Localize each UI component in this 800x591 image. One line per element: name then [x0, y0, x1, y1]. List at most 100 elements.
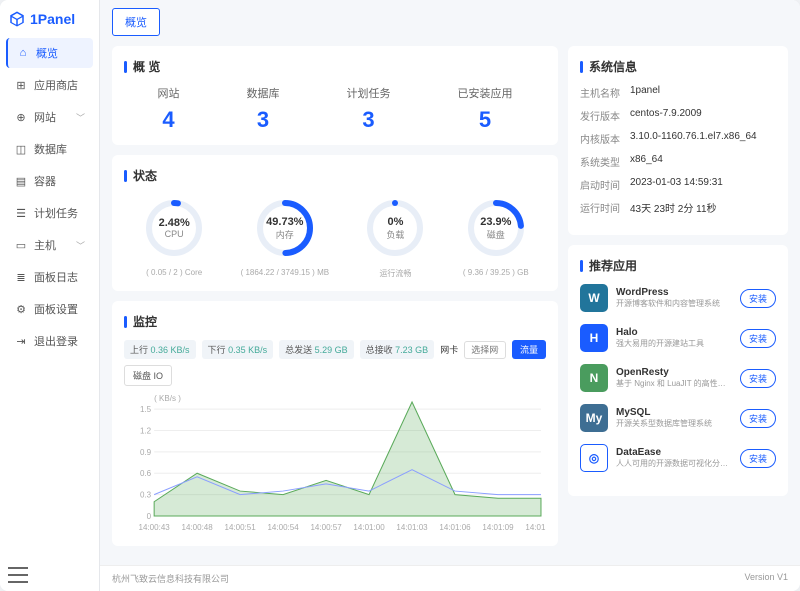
stat-item[interactable]: 数据库 3: [247, 85, 280, 133]
svg-text:0.6: 0.6: [140, 469, 152, 478]
info-key: 内核版本: [580, 131, 630, 146]
database-icon: ◫: [14, 142, 28, 156]
sidebar-footer: [0, 559, 99, 591]
nic-label: 网卡: [440, 343, 458, 356]
nav-overview[interactable]: ⌂概览: [6, 38, 93, 68]
content: 概 览 网站 4 数据库 3 计划任务 3 已安装应用 5 状态: [100, 36, 800, 565]
gauge-label: CPU: [165, 229, 184, 239]
logo[interactable]: 1Panel: [0, 0, 99, 38]
gauge-label: 负载: [386, 228, 404, 241]
app-name: Halo: [616, 327, 732, 338]
footer: 杭州飞致云信息科技有限公司 Version V1: [100, 565, 800, 591]
app-name: MySQL: [616, 407, 732, 418]
app-icon: H: [580, 324, 608, 352]
stat-item[interactable]: 计划任务 3: [347, 85, 391, 133]
sysinfo-title: 系统信息: [580, 58, 776, 75]
svg-text:1.2: 1.2: [140, 427, 152, 436]
nav-settings[interactable]: ⚙面板设置: [6, 294, 93, 324]
container-icon: ▤: [14, 174, 28, 188]
nav-cron[interactable]: ☰计划任务: [6, 198, 93, 228]
sidebar: 1Panel ⌂概览 ⊞应用商店 ⊕网站﹀ ◫数据库 ▤容器 ☰计划任务 ▭主机…: [0, 0, 100, 591]
install-button[interactable]: 安装: [740, 449, 776, 468]
svg-text:( KB/s ): ( KB/s ): [154, 394, 181, 403]
install-button[interactable]: 安装: [740, 289, 776, 308]
gear-icon: ⚙: [14, 302, 28, 316]
gauge-sub: ( 0.05 / 2 ) Core: [140, 268, 208, 277]
host-icon: ▭: [14, 238, 28, 252]
info-value: 2023-01-03 14:59:31: [630, 177, 723, 192]
nav-host[interactable]: ▭主机﹀: [6, 230, 93, 260]
sysinfo-card: 系统信息 主机名称 1panel 发行版本 centos-7.9.2009 内核…: [568, 46, 788, 235]
stat-value: 3: [347, 107, 391, 133]
monitor-chip: 总发送 5.29 GB: [279, 340, 354, 359]
app-row: ◎ DataEase 人人可用的开源数据可视化分析工具 安装: [580, 444, 776, 472]
monitor-chip: 上行 0.36 KB/s: [124, 340, 196, 359]
info-value: x86_64: [630, 154, 663, 169]
gauge-sub: 运行流畅: [361, 268, 429, 279]
install-button[interactable]: 安装: [740, 329, 776, 348]
overview-title: 概 览: [124, 58, 546, 75]
app-desc: 开源关系型数据库管理系统: [616, 418, 732, 429]
svg-text:0: 0: [147, 512, 152, 521]
svg-text:14:01:09: 14:01:09: [482, 523, 514, 532]
app-name: DataEase: [616, 447, 732, 458]
app-icon: W: [580, 284, 608, 312]
nav-container[interactable]: ▤容器: [6, 166, 93, 196]
app-row: H Halo 强大易用的开源建站工具 安装: [580, 324, 776, 352]
svg-text:14:00:57: 14:00:57: [310, 523, 342, 532]
svg-text:0.3: 0.3: [140, 491, 152, 500]
info-key: 主机名称: [580, 85, 630, 100]
info-key: 系统类型: [580, 154, 630, 169]
info-row: 系统类型 x86_64: [580, 154, 776, 169]
nav-logout[interactable]: ⇥退出登录: [6, 326, 93, 356]
nav-logs[interactable]: ≣面板日志: [6, 262, 93, 292]
info-key: 运行时间: [580, 200, 630, 215]
stat-item[interactable]: 网站 4: [158, 85, 180, 133]
menu-toggle-icon[interactable]: [8, 567, 28, 583]
gauge-percent: 49.73%: [266, 216, 303, 228]
nav-website[interactable]: ⊕网站﹀: [6, 102, 93, 132]
status-title: 状态: [124, 167, 546, 184]
gauge-percent: 23.9%: [480, 216, 511, 228]
info-value: 1panel: [630, 85, 660, 100]
monitor-title: 监控: [124, 313, 546, 330]
gauge: 2.48% CPU ( 0.05 / 2 ) Core: [140, 194, 208, 279]
monitor-card: 监控 上行 0.36 KB/s 下行 0.35 KB/s 总发送 5.29 GB…: [112, 301, 558, 546]
monitor-chip: 总接收 7.23 GB: [360, 340, 435, 359]
company: 杭州飞致云信息科技有限公司: [112, 572, 229, 585]
app-name: OpenResty: [616, 367, 732, 378]
tab-overview[interactable]: 概览: [112, 8, 160, 36]
svg-text:14:01:00: 14:01:00: [353, 523, 385, 532]
info-row: 发行版本 centos-7.9.2009: [580, 108, 776, 123]
info-key: 发行版本: [580, 108, 630, 123]
traffic-button[interactable]: 流量: [512, 340, 546, 359]
info-value: 43天 23时 2分 11秒: [630, 200, 717, 215]
main: 概览 概 览 网站 4 数据库 3 计划任务 3 已安装应用 5 状态: [100, 0, 800, 591]
nav-appstore[interactable]: ⊞应用商店: [6, 70, 93, 100]
nav-database[interactable]: ◫数据库: [6, 134, 93, 164]
app-icon: N: [580, 364, 608, 392]
stat-item[interactable]: 已安装应用 5: [458, 85, 513, 133]
app-desc: 基于 Nginx 和 LuaJIT 的高性能 Web 平台: [616, 378, 732, 389]
logout-icon: ⇥: [14, 334, 28, 348]
install-button[interactable]: 安装: [740, 369, 776, 388]
gauge-percent: 2.48%: [159, 217, 190, 229]
app-icon: ◎: [580, 444, 608, 472]
app-icon: My: [580, 404, 608, 432]
nic-select[interactable]: [464, 341, 506, 359]
svg-text:0.9: 0.9: [140, 448, 152, 457]
install-button[interactable]: 安装: [740, 409, 776, 428]
tabs: 概览: [100, 0, 800, 36]
gauge-sub: ( 1864.22 / 3749.15 ) MB: [241, 268, 330, 277]
globe-icon: ⊕: [14, 110, 28, 124]
gauge: 23.9% 磁盘 ( 9.36 / 39.25 ) GB: [462, 194, 530, 279]
diskio-button[interactable]: 磁盘 IO: [124, 365, 172, 386]
nav: ⌂概览 ⊞应用商店 ⊕网站﹀ ◫数据库 ▤容器 ☰计划任务 ▭主机﹀ ≣面板日志…: [0, 38, 99, 559]
app-desc: 强大易用的开源建站工具: [616, 338, 732, 349]
recommend-card: 推荐应用 W WordPress 开源博客软件和内容管理系统 安装 H Halo…: [568, 245, 788, 496]
info-row: 启动时间 2023-01-03 14:59:31: [580, 177, 776, 192]
svg-text:14:01:06: 14:01:06: [439, 523, 471, 532]
stat-value: 5: [458, 107, 513, 133]
info-row: 主机名称 1panel: [580, 85, 776, 100]
svg-text:14:00:48: 14:00:48: [182, 523, 214, 532]
